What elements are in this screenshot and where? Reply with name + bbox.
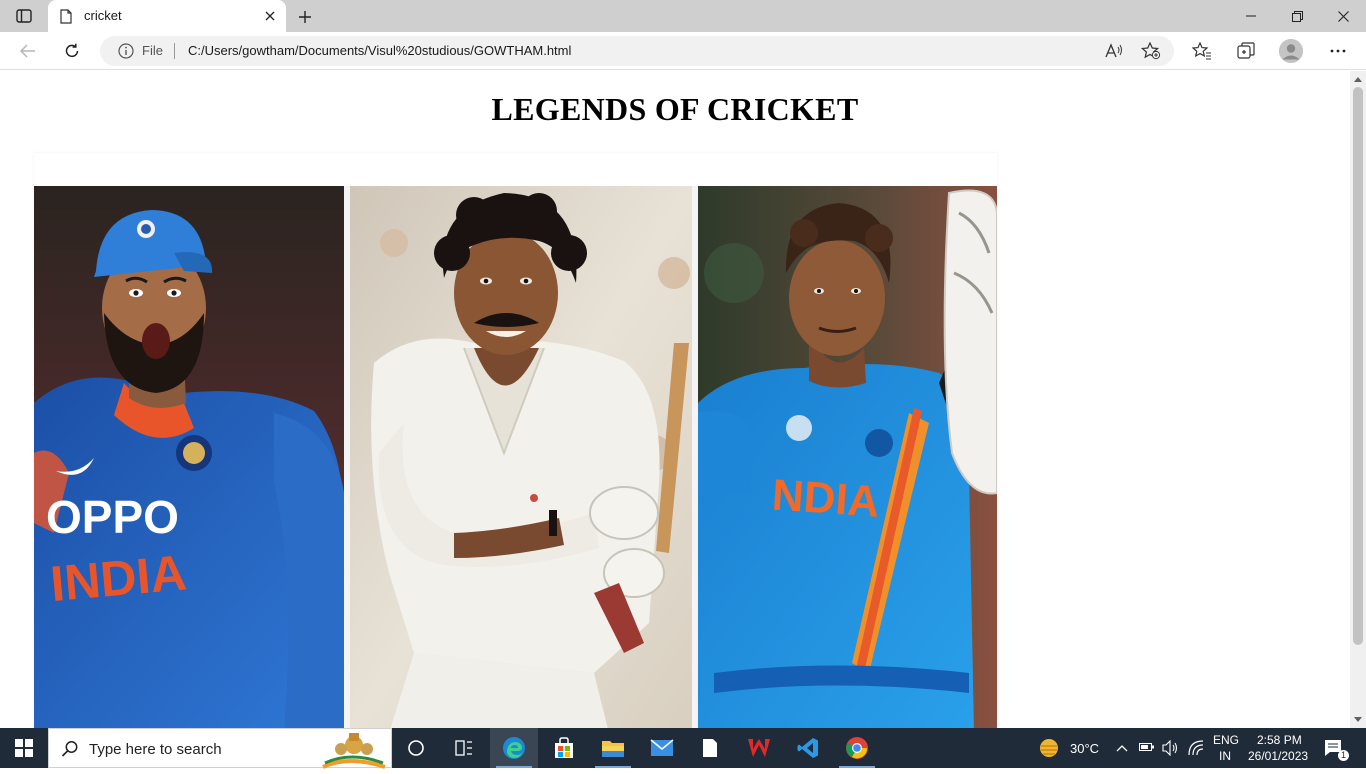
weather-sun-icon[interactable] <box>1038 737 1060 759</box>
search-icon <box>61 740 79 758</box>
chrome-icon[interactable] <box>833 728 881 768</box>
back-button[interactable] <box>14 38 42 64</box>
page-title: LEGENDS OF CRICKET <box>491 91 859 127</box>
search-placeholder: Type here to search <box>89 741 222 758</box>
more-menu-icon[interactable] <box>1325 38 1351 64</box>
page-viewport: LEGENDS OF CRICKET OPPO INDIA NDIA <box>0 71 1350 728</box>
clock-time[interactable]: 2:58 PM <box>1257 733 1302 747</box>
battery-icon[interactable] <box>1139 741 1155 756</box>
minimize-button[interactable] <box>1228 0 1274 32</box>
site-info-icon[interactable] <box>118 43 134 59</box>
wps-office-icon[interactable] <box>735 728 783 768</box>
restore-button[interactable] <box>1274 0 1320 32</box>
profile-avatar[interactable] <box>1279 39 1303 63</box>
notification-count-badge: 1 <box>1338 750 1349 761</box>
mail-icon[interactable] <box>638 728 686 768</box>
close-tab-icon[interactable] <box>262 8 278 24</box>
tab-title: cricket <box>84 8 122 23</box>
page-favicon-icon <box>60 9 72 24</box>
vertical-scrollbar[interactable] <box>1350 71 1366 728</box>
edge-browser-taskbar-icon[interactable] <box>490 728 538 768</box>
taskbar-search-box[interactable]: Type here to search <box>48 728 392 769</box>
address-bar[interactable]: File C:/Users/gowtham/Documents/Visul%20… <box>100 36 1174 66</box>
widgets-icon[interactable] <box>440 728 488 768</box>
browser-tab-strip: cricket <box>0 0 1366 32</box>
read-aloud-icon[interactable] <box>1104 41 1124 61</box>
clock-date[interactable]: 26/01/2023 <box>1248 749 1308 763</box>
new-tab-button[interactable] <box>294 6 316 28</box>
browser-toolbar: File C:/Users/gowtham/Documents/Visul%20… <box>0 32 1366 70</box>
network-icon[interactable] <box>1188 740 1204 759</box>
file-explorer-icon[interactable] <box>589 728 637 768</box>
store-icon[interactable] <box>540 728 588 768</box>
collections-icon[interactable] <box>1233 38 1259 64</box>
task-view-icon[interactable] <box>392 728 440 768</box>
language-bottom[interactable]: IN <box>1219 749 1231 763</box>
jersey-country-text-2: NDIA <box>770 470 881 526</box>
cricket-legends-image: OPPO INDIA NDIA <box>34 153 997 728</box>
address-separator <box>174 43 175 59</box>
weather-temperature[interactable]: 30°C <box>1070 741 1099 756</box>
republic-day-art-icon <box>319 729 389 769</box>
jersey-sponsor-text: OPPO <box>46 491 179 543</box>
windows-taskbar: Type here to search 30°C ENG IN 2:58 PM … <box>0 728 1366 769</box>
favorites-icon[interactable] <box>1189 38 1215 64</box>
scroll-thumb[interactable] <box>1353 87 1363 645</box>
scroll-down-icon[interactable] <box>1353 714 1363 724</box>
scroll-up-icon[interactable] <box>1353 74 1363 84</box>
scheme-label: File <box>142 43 163 58</box>
active-tab[interactable]: cricket <box>48 0 286 32</box>
url-text[interactable]: C:/Users/gowtham/Documents/Visul%20studi… <box>188 43 571 58</box>
language-top[interactable]: ENG <box>1213 733 1239 747</box>
close-window-button[interactable] <box>1320 0 1366 32</box>
add-favorite-icon[interactable] <box>1141 41 1161 61</box>
notepad-icon[interactable] <box>686 728 734 768</box>
show-hidden-icons-icon[interactable] <box>1116 738 1128 761</box>
tab-actions-icon[interactable] <box>10 6 38 26</box>
start-button[interactable] <box>0 728 48 768</box>
volume-icon[interactable] <box>1162 739 1180 759</box>
vscode-icon[interactable] <box>784 728 832 768</box>
jersey-country-text: INDIA <box>48 544 188 612</box>
refresh-button[interactable] <box>58 38 86 64</box>
